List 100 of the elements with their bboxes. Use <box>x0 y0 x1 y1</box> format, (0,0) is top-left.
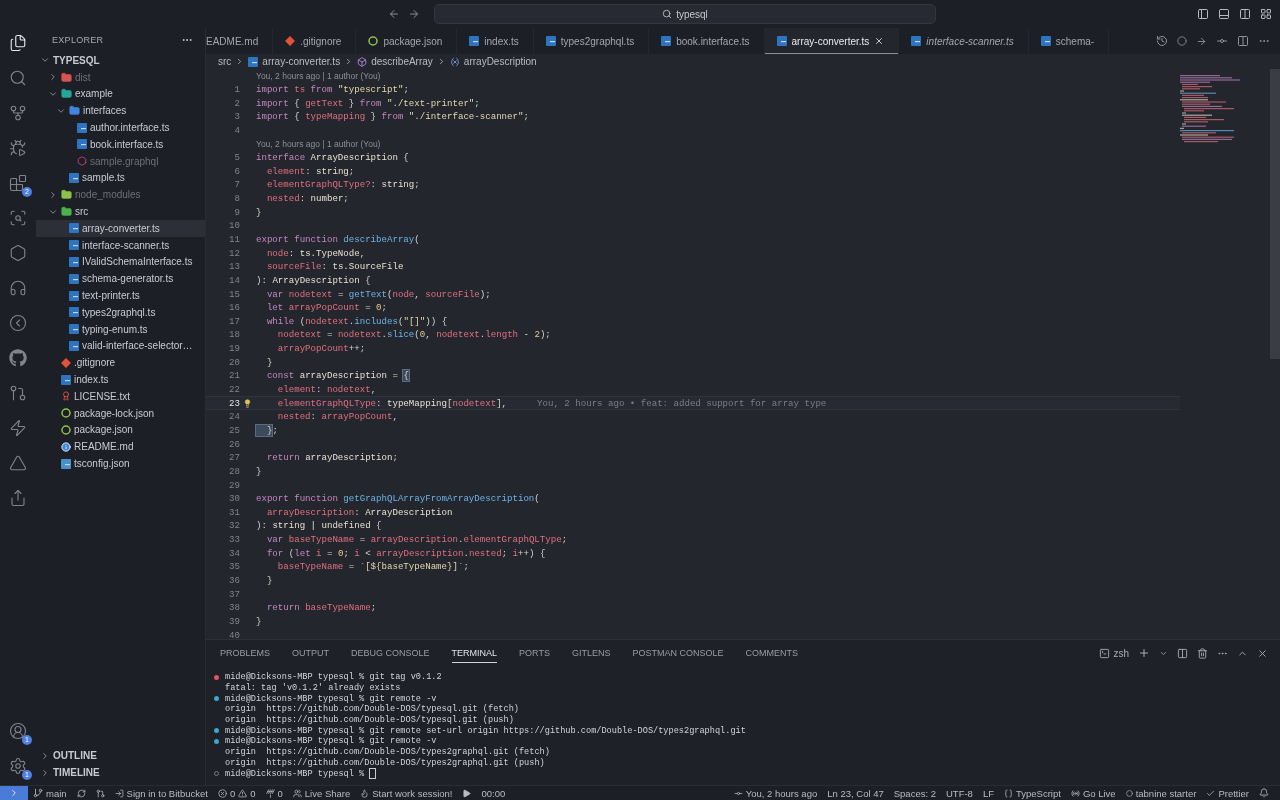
folder-item[interactable]: src <box>36 203 205 220</box>
file-item[interactable]: package-lock.json <box>36 404 205 422</box>
file-item[interactable]: sample.ts <box>36 169 205 187</box>
panel-tab[interactable]: GITLENS <box>571 643 611 663</box>
editor-tab[interactable]: EADME.md <box>206 28 274 54</box>
github-icon[interactable] <box>9 349 27 367</box>
folder-item[interactable]: TYPESQL <box>36 52 205 69</box>
file-item[interactable]: tsconfig.json <box>36 455 205 472</box>
breadcrumb-item[interactable]: array-converter.ts <box>262 56 341 67</box>
line-number: 9 <box>233 206 240 218</box>
timer-status[interactable]: 00:00 <box>476 787 511 799</box>
bitbucket-status[interactable]: Sign in to Bitbucket <box>109 787 213 799</box>
panel-tab[interactable]: OUTPUT <box>292 643 329 663</box>
panel-tab[interactable]: PORTS <box>519 643 550 663</box>
file-item[interactable]: text-printer.ts <box>36 287 205 304</box>
command-search-field[interactable]: typesql <box>434 4 936 24</box>
panel-tab[interactable]: DEBUG CONSOLE <box>351 643 430 663</box>
back-arrow-icon[interactable] <box>388 8 400 20</box>
extensions-icon[interactable] <box>9 174 27 192</box>
forward-arrow-icon[interactable] <box>408 8 420 20</box>
run-debug-icon[interactable] <box>9 139 27 157</box>
pull-request-icon[interactable] <box>95 788 105 798</box>
section-header[interactable]: OUTLINE <box>36 747 205 765</box>
file-item[interactable]: types2graphql.ts <box>36 303 205 321</box>
folder-item[interactable]: example <box>36 85 205 103</box>
section-header[interactable]: TIMELINE <box>36 764 205 781</box>
file-item[interactable]: schema-generator.ts <box>36 270 205 288</box>
ports-status[interactable]: 0 <box>260 787 288 799</box>
trash-icon[interactable] <box>1197 647 1208 659</box>
live-share-status[interactable]: Live Share <box>287 787 356 799</box>
account-icon[interactable] <box>9 722 27 740</box>
toggle-sidebar-icon[interactable] <box>1197 8 1209 20</box>
search-icon[interactable] <box>9 69 27 87</box>
indentation-status[interactable]: Spaces: 2 <box>888 787 941 799</box>
file-item[interactable]: valid-interface-selector… <box>36 337 205 355</box>
panel-tab[interactable]: POSTMAN CONSOLE <box>632 643 724 663</box>
line-number: 15 <box>228 288 240 300</box>
breadcrumb-item[interactable]: describeArray <box>371 56 433 67</box>
triangle-icon[interactable] <box>9 454 27 472</box>
file-item[interactable]: typing-enum.ts <box>36 320 205 338</box>
file-item[interactable]: package.json <box>36 421 205 439</box>
lightbulb-icon[interactable] <box>243 398 252 408</box>
file-item[interactable]: LICENSE.txt <box>36 387 205 405</box>
tabnine-status[interactable]: tabnine starter <box>1120 787 1202 799</box>
hexagon-icon[interactable] <box>9 244 27 262</box>
close-icon[interactable] <box>874 36 885 46</box>
file-item[interactable]: array-converter.ts <box>36 219 205 237</box>
problems-status[interactable]: 0 0 <box>212 787 261 799</box>
file-item[interactable]: index.ts <box>36 371 205 388</box>
history-icon[interactable] <box>1156 35 1168 47</box>
sync-icon[interactable] <box>76 788 86 798</box>
blame-annotation[interactable]: You, 2 hours ago | 1 author (You) <box>256 139 381 149</box>
split-editor-icon[interactable] <box>1237 35 1249 47</box>
play-icon[interactable] <box>462 788 472 798</box>
files-icon[interactable] <box>9 34 27 52</box>
panel-tab[interactable]: PROBLEMS <box>220 643 270 663</box>
language-status[interactable]: TypeScript <box>999 787 1066 799</box>
source-control-icon[interactable] <box>9 104 27 122</box>
headphones-icon[interactable] <box>9 279 27 297</box>
toggle-panel-icon[interactable] <box>1218 8 1230 20</box>
circle-icon[interactable] <box>1177 36 1187 46</box>
terminal-selector[interactable]: zsh <box>1099 647 1129 659</box>
line-ending-status[interactable]: LF <box>977 787 999 799</box>
remote-icon <box>9 788 19 798</box>
share-icon[interactable] <box>9 489 27 507</box>
code-line: } <box>256 465 262 477</box>
panel-tab[interactable]: TERMINAL <box>451 643 498 663</box>
circle-chevron-icon[interactable] <box>9 314 27 332</box>
file-item[interactable]: IValidSchemaInterface.ts <box>36 253 205 271</box>
editor-tab[interactable]: array-converter.ts <box>764 28 900 54</box>
folder-item[interactable]: interfaces <box>36 102 205 120</box>
blame-status[interactable]: You, 2 hours ago <box>728 787 823 799</box>
go-live-status[interactable]: Go Live <box>1065 787 1121 799</box>
work-session-status[interactable]: Start work session! <box>355 787 458 799</box>
close-icon[interactable] <box>1257 647 1268 659</box>
settings-icon[interactable] <box>9 757 27 775</box>
add-icon[interactable] <box>1138 647 1150 659</box>
file-item[interactable]: book.interface.ts <box>36 136 205 153</box>
file-item[interactable]: interface-scanner.ts <box>36 236 205 254</box>
branch-status[interactable]: main <box>28 787 72 799</box>
arrow-right-icon[interactable] <box>1196 35 1207 47</box>
panel-tab[interactable]: COMMENTS <box>745 643 798 663</box>
split-terminal-icon[interactable] <box>1177 647 1188 659</box>
typescript-file-icon <box>469 36 480 46</box>
scan-icon[interactable] <box>9 209 27 227</box>
cursor-position[interactable]: Ln 23, Col 47 <box>822 787 889 799</box>
file-item[interactable]: README.md <box>36 438 205 456</box>
customize-layout-icon[interactable] <box>1260 8 1272 20</box>
split-layout-icon[interactable] <box>1239 8 1251 20</box>
blame-annotation[interactable]: You, 2 hours ago | 1 author (You) <box>256 70 381 81</box>
file-item[interactable]: .gitignore <box>36 354 205 372</box>
pull-request-icon[interactable] <box>9 384 27 402</box>
breadcrumb-item[interactable]: src <box>218 56 232 67</box>
lightning-icon[interactable] <box>9 419 27 437</box>
notifications-icon[interactable] <box>1259 788 1269 798</box>
prettier-status[interactable]: Prettier <box>1201 787 1254 799</box>
line-number: 22 <box>228 384 240 396</box>
breadcrumb-item[interactable]: arrayDescription <box>463 56 537 67</box>
encoding-status[interactable]: UTF-8 <box>941 787 978 799</box>
file-item[interactable]: author.interface.ts <box>36 119 205 136</box>
